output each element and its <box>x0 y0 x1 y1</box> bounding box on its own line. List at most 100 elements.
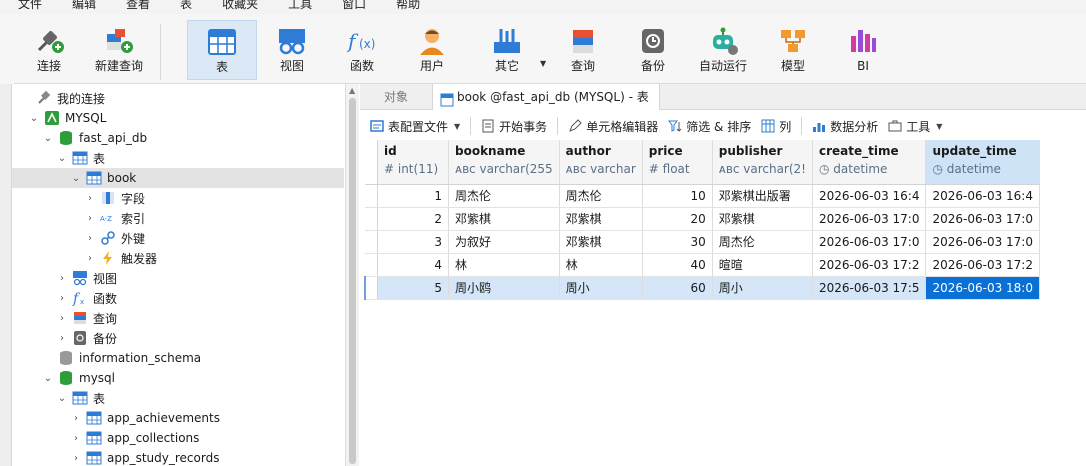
cell-create_time[interactable]: 2026-06-03 17:5 <box>812 276 927 300</box>
chevron-right-icon[interactable]: › <box>70 433 82 444</box>
cell-price[interactable]: 40 <box>642 253 713 277</box>
cell-publisher[interactable]: 邓紫棋出版署 <box>712 184 813 208</box>
menu-tools[interactable]: 工具 <box>288 0 312 14</box>
cell-update_time[interactable]: 2026-06-03 18:0 <box>925 276 1040 300</box>
nav-scrollbar[interactable]: ▲ <box>345 84 359 466</box>
new-query-button[interactable]: 新建查询 <box>84 20 154 80</box>
nav-item-app_study_records[interactable]: › app_study_records <box>12 448 344 466</box>
other-dropdown-icon[interactable]: ▼ <box>540 59 546 68</box>
cell-author[interactable]: 邓紫棋 <box>559 207 643 231</box>
cell-price[interactable]: 60 <box>642 276 713 300</box>
column-header-price[interactable]: price # float <box>642 140 713 185</box>
nav-item-函数[interactable]: › f x 函数 <box>12 288 344 308</box>
cell-publisher[interactable]: 暄暄 <box>712 253 813 277</box>
column-header-bookname[interactable]: bookname ᴀʙc varchar(255 <box>448 140 560 185</box>
backup-button[interactable]: 备份 <box>618 20 688 80</box>
menu-view[interactable]: 查看 <box>126 0 150 14</box>
cell-publisher[interactable]: 周杰伦 <box>712 230 813 254</box>
cell-price[interactable]: 10 <box>642 184 713 208</box>
nav-item-表[interactable]: ⌄ 表 <box>12 388 344 408</box>
cell-editor-button[interactable]: 单元格编辑器 <box>568 118 658 135</box>
nav-item-外键[interactable]: › 外键 <box>12 228 344 248</box>
table-row[interactable]: 4 林林 40 暄暄 2026-06-03 17:2 2026-06-03 17:2 <box>365 253 1040 277</box>
nav-item-information_schema[interactable]: information_schema <box>12 348 344 368</box>
column-header-create_time[interactable]: create_time ◷ datetime <box>812 140 927 185</box>
cell-publisher[interactable]: 邓紫棋 <box>712 207 813 231</box>
table-button[interactable]: 表 <box>187 20 257 80</box>
cell-author[interactable]: 林 <box>559 253 643 277</box>
cell-publisher[interactable]: 周小 <box>712 276 813 300</box>
table-row[interactable]: 5 周小鸥 周小 60 周小 2026-06-03 17:5 2026-06-03 18:0 <box>364 276 1040 300</box>
nav-item-mysql[interactable]: ⌄ mysql <box>12 368 344 388</box>
cell-id[interactable]: 4 <box>377 253 449 277</box>
cell-price[interactable]: 30 <box>642 230 713 254</box>
chevron-right-icon[interactable]: › <box>84 233 96 244</box>
chevron-right-icon[interactable]: › <box>70 413 82 424</box>
table-row[interactable]: 1 周杰伦 周杰伦 10 邓紫棋出版署 2026-06-03 16:4 2026-06-03… <box>365 184 1040 208</box>
cell-create_time[interactable]: 2026-06-03 17:0 <box>812 230 927 254</box>
chevron-down-icon[interactable]: ⌄ <box>42 133 54 144</box>
cell-price[interactable]: 20 <box>642 207 713 231</box>
chevron-right-icon[interactable]: › <box>84 193 96 204</box>
cell-author[interactable]: 邓紫棋 <box>559 230 643 254</box>
tools-button[interactable]: 工具 ▼ <box>888 118 942 135</box>
chevron-down-icon[interactable]: ⌄ <box>56 393 68 404</box>
row-header[interactable] <box>364 276 378 300</box>
cell-update_time[interactable]: 2026-06-03 17:2 <box>925 253 1040 277</box>
cell-id[interactable]: 1 <box>377 184 449 208</box>
chevron-down-icon[interactable]: ⌄ <box>28 113 40 124</box>
chevron-right-icon[interactable]: › <box>84 213 96 224</box>
nav-item-备份[interactable]: › 备份 <box>12 328 344 348</box>
nav-item-表[interactable]: ⌄ 表 <box>12 148 344 168</box>
begin-transaction-button[interactable]: 开始事务 <box>481 118 547 135</box>
nav-item-app_collections[interactable]: › app_collections <box>12 428 344 448</box>
nav-item-索引[interactable]: › A-Z 索引 <box>12 208 344 228</box>
menu-table[interactable]: 表 <box>180 0 192 14</box>
scroll-up-icon[interactable]: ▲ <box>349 86 355 95</box>
chevron-right-icon[interactable]: › <box>56 293 68 304</box>
menu-edit[interactable]: 编辑 <box>72 0 96 14</box>
chevron-down-icon[interactable]: ⌄ <box>70 173 82 184</box>
cell-bookname[interactable]: 林 <box>448 253 560 277</box>
column-header-id[interactable]: id # int(11) <box>377 140 449 185</box>
cell-author[interactable]: 周小 <box>559 276 643 300</box>
chevron-down-icon[interactable]: ⌄ <box>42 373 54 384</box>
scroll-thumb[interactable] <box>349 98 356 464</box>
other-button[interactable]: 其它 <box>472 20 542 80</box>
cell-author[interactable]: 周杰伦 <box>559 184 643 208</box>
filter-sort-button[interactable]: 筛选 & 排序 <box>668 118 751 135</box>
nav-item-book[interactable]: ⌄ book <box>12 168 344 188</box>
chevron-down-icon[interactable]: ⌄ <box>56 153 68 164</box>
cell-bookname[interactable]: 邓紫棋 <box>448 207 560 231</box>
chevron-right-icon[interactable]: › <box>56 333 68 344</box>
nav-item-查询[interactable]: › 查询 <box>12 308 344 328</box>
row-header[interactable] <box>365 207 378 231</box>
user-button[interactable]: 用户 <box>397 20 467 80</box>
chevron-right-icon[interactable]: › <box>56 313 68 324</box>
cell-create_time[interactable]: 2026-06-03 17:0 <box>812 207 927 231</box>
chevron-right-icon[interactable]: › <box>84 253 96 264</box>
nav-item-字段[interactable]: › 字段 <box>12 188 344 208</box>
nav-item-触发器[interactable]: › 触发器 <box>12 248 344 268</box>
nav-item-视图[interactable]: › 视图 <box>12 268 344 288</box>
menu-window[interactable]: 窗口 <box>342 0 366 14</box>
cell-id[interactable]: 2 <box>377 207 449 231</box>
automation-button[interactable]: 自动运行 <box>688 20 758 80</box>
nav-item-我的连接[interactable]: 我的连接 <box>12 88 344 108</box>
nav-item-MYSQL[interactable]: ⌄ MYSQL <box>12 108 344 128</box>
query-button[interactable]: 查询 <box>548 20 618 80</box>
table-row[interactable]: 2 邓紫棋 邓紫棋 20 邓紫棋 2026-06-03 17:0 2026-06-03 17… <box>365 207 1040 231</box>
data-analysis-button[interactable]: 数据分析 <box>812 118 878 135</box>
tab-objects[interactable]: 对象 <box>374 84 418 110</box>
cell-id[interactable]: 3 <box>377 230 449 254</box>
cell-update_time[interactable]: 2026-06-03 17:0 <box>925 207 1040 231</box>
bi-button[interactable]: BI <box>828 20 898 80</box>
menu-help[interactable]: 帮助 <box>396 0 420 14</box>
tab-book-table[interactable]: book @fast_api_db (MYSQL) - 表 <box>432 84 660 110</box>
row-header[interactable] <box>365 184 378 208</box>
chevron-right-icon[interactable]: › <box>56 273 68 284</box>
connect-button[interactable]: 连接 <box>14 20 84 80</box>
chevron-right-icon[interactable]: › <box>70 453 82 464</box>
cell-bookname[interactable]: 为叙好 <box>448 230 560 254</box>
columns-button[interactable]: 列 <box>761 118 791 135</box>
